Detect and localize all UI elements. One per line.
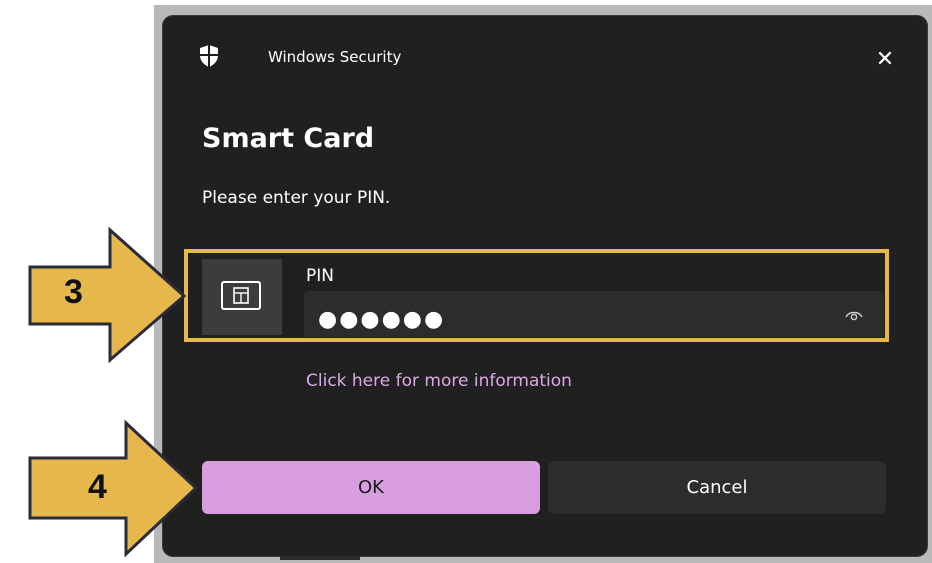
smart-card-tile — [202, 259, 282, 335]
taskbar-edge — [280, 556, 360, 560]
smart-card-icon — [221, 281, 261, 310]
screen: Windows Security ✕ Smart Card Please ent… — [0, 0, 932, 563]
shield-icon — [200, 45, 218, 67]
cancel-button[interactable]: Cancel — [548, 461, 886, 514]
dialog-title: Windows Security — [268, 48, 402, 66]
pin-label: PIN — [306, 266, 334, 286]
step-number-4: 4 — [88, 468, 107, 506]
more-information-link[interactable]: Click here for more information — [306, 371, 572, 391]
pin-masked-value: ●●●●●● — [318, 307, 446, 332]
pin-prompt: Please enter your PIN. — [202, 188, 391, 208]
pin-input[interactable]: ●●●●●● — [304, 291, 884, 337]
step-arrow-3 — [28, 226, 187, 364]
close-button[interactable]: ✕ — [865, 42, 905, 78]
ok-button[interactable]: OK — [202, 461, 540, 514]
step-number-3: 3 — [64, 273, 83, 311]
eye-icon[interactable] — [844, 308, 864, 322]
dialog-heading: Smart Card — [202, 123, 375, 154]
